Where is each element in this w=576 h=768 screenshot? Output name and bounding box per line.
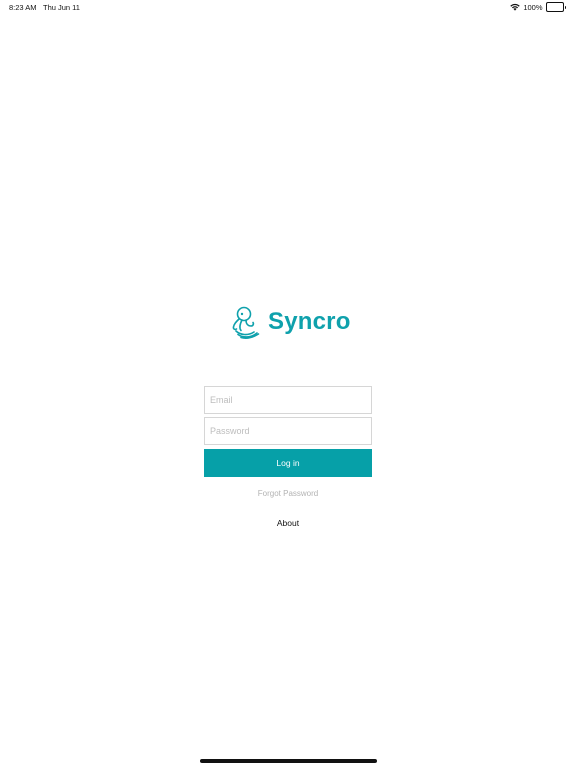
status-time: 8:23 AM: [9, 3, 37, 12]
status-bar: 8:23 AM Thu Jun 11 100%: [0, 0, 576, 14]
about-link[interactable]: About: [204, 518, 372, 528]
forgot-password-link[interactable]: Forgot Password: [204, 489, 372, 498]
octopus-logo-icon: [230, 305, 262, 339]
login-screen: 8:23 AM Thu Jun 11 100% Syncro Email Log…: [0, 0, 576, 768]
logo-wordmark: Syncro: [268, 308, 351, 335]
email-field[interactable]: [204, 386, 372, 414]
status-indicators: 100%: [510, 2, 566, 12]
battery-icon: [545, 2, 566, 12]
syncro-logo: Syncro: [230, 305, 351, 339]
battery-percent: 100%: [523, 2, 543, 12]
battery-body: [545, 2, 564, 12]
status-date: Thu Jun 11: [43, 3, 80, 12]
battery-tip: [564, 5, 566, 9]
password-field[interactable]: [204, 417, 372, 445]
login-button[interactable]: Log in: [204, 449, 372, 477]
wifi-icon: [510, 3, 521, 11]
home-indicator[interactable]: [200, 759, 377, 763]
